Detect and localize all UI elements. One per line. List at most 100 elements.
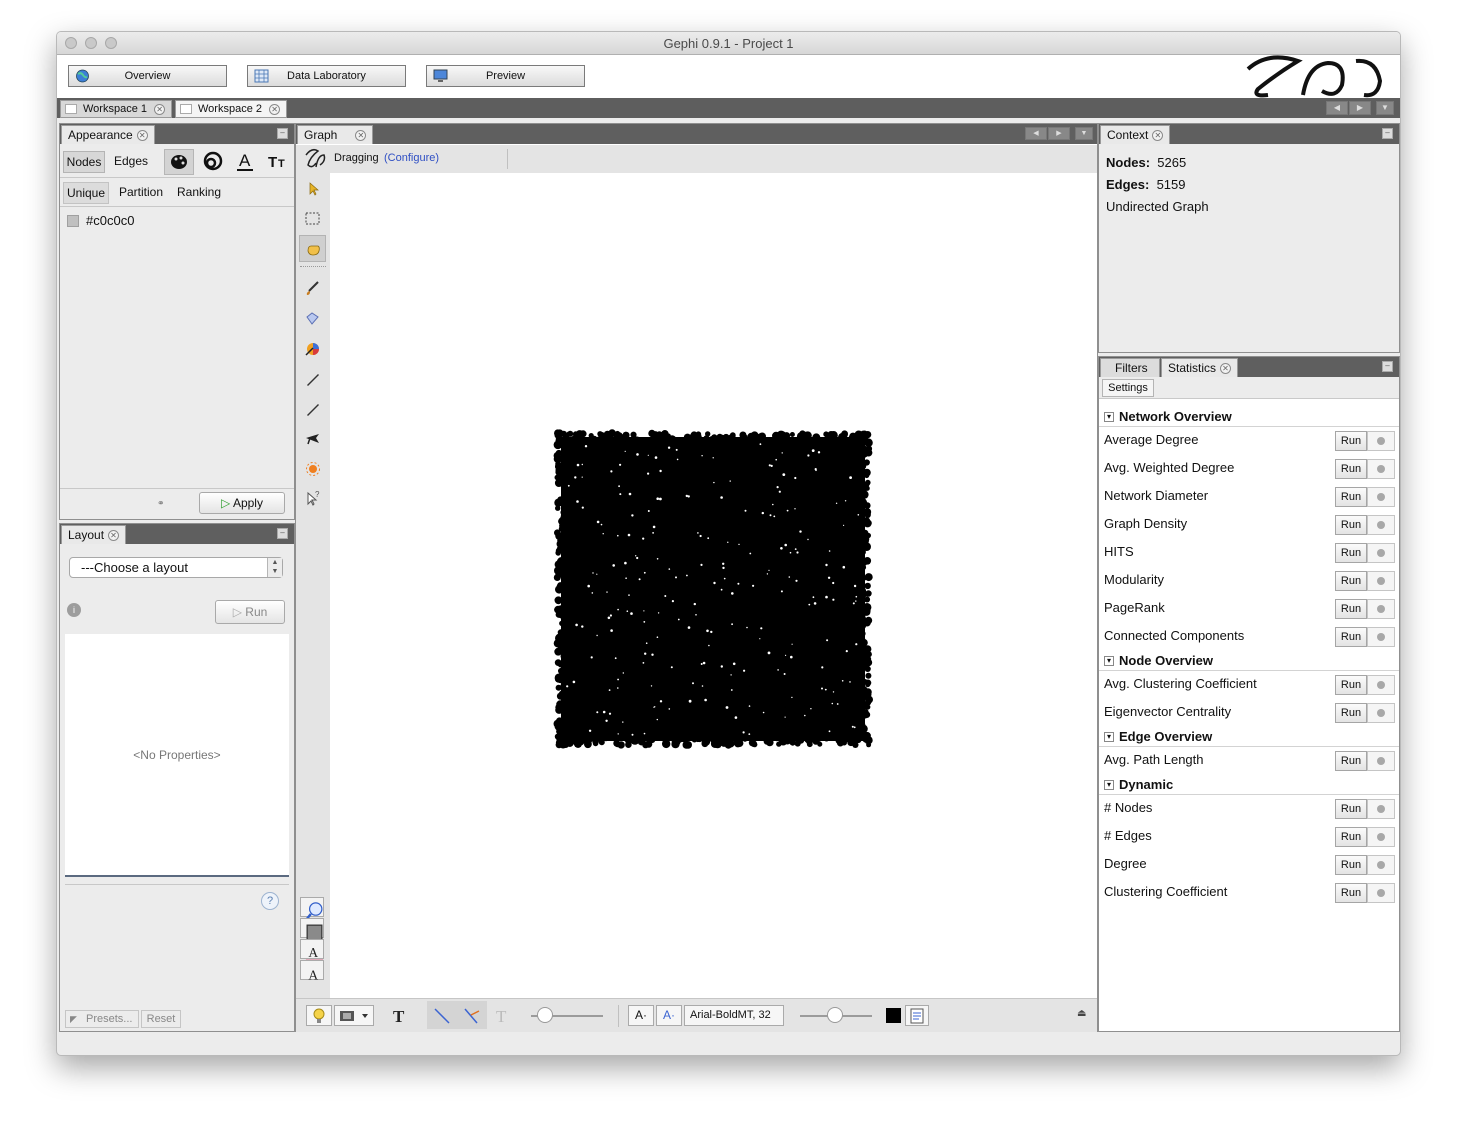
tab-statistics[interactable]: Statistics ✕	[1161, 358, 1239, 377]
graph-node[interactable]	[559, 556, 566, 563]
statistic-run-button[interactable]: Run	[1335, 571, 1367, 591]
graph-node[interactable]	[840, 624, 847, 632]
graph-node[interactable]	[852, 523, 858, 529]
graph-node[interactable]	[569, 483, 578, 492]
graph-node[interactable]	[631, 502, 640, 511]
graph-node[interactable]	[741, 434, 748, 440]
graph-node[interactable]	[742, 521, 749, 528]
graph-node[interactable]	[787, 706, 795, 715]
statistic-run-button[interactable]: Run	[1335, 675, 1367, 695]
graph-node[interactable]	[744, 474, 752, 483]
graph-node[interactable]	[771, 633, 779, 641]
graph-node[interactable]	[700, 491, 707, 498]
graph-node[interactable]	[832, 508, 840, 516]
graph-node[interactable]	[671, 542, 679, 550]
font-size-button[interactable]: A·	[628, 1005, 654, 1026]
graph-node[interactable]	[715, 670, 724, 679]
graph-node[interactable]	[669, 614, 676, 621]
graph-node[interactable]	[584, 736, 592, 745]
graph-node[interactable]	[722, 698, 732, 707]
help-icon[interactable]: ?	[261, 892, 279, 910]
graph-node[interactable]	[635, 614, 644, 622]
graph-node[interactable]	[578, 739, 585, 746]
graph-node[interactable]	[676, 479, 685, 488]
graph-node[interactable]	[709, 458, 715, 465]
graph-node[interactable]	[812, 738, 820, 745]
graph-node[interactable]	[733, 728, 741, 735]
graph-node[interactable]	[792, 687, 799, 694]
graph-node[interactable]	[783, 497, 790, 504]
graph-node[interactable]	[681, 515, 688, 522]
shortest-path-tool[interactable]	[299, 425, 326, 452]
graph-node[interactable]	[723, 617, 731, 624]
label-color-tool[interactable]: A	[300, 939, 324, 963]
graph-node[interactable]	[688, 485, 695, 492]
statistic-run-button[interactable]: Run	[1335, 883, 1367, 903]
graph-node[interactable]	[765, 502, 772, 509]
graph-node[interactable]	[834, 622, 841, 630]
graph-node[interactable]	[613, 457, 621, 465]
graph-node[interactable]	[687, 601, 693, 607]
graph-node[interactable]	[645, 702, 651, 709]
close-icon[interactable]: ✕	[355, 130, 367, 142]
graph-node[interactable]	[610, 443, 618, 451]
graph-node[interactable]	[610, 504, 618, 513]
overview-button[interactable]: Overview	[68, 65, 227, 87]
presets-button[interactable]: ◤ Presets...	[65, 1010, 139, 1028]
graph-node[interactable]	[691, 577, 698, 584]
graph-node[interactable]	[829, 734, 836, 740]
graph-node[interactable]	[764, 719, 772, 728]
graph-node[interactable]	[617, 592, 624, 599]
graph-node[interactable]	[621, 600, 629, 607]
graph-node[interactable]	[609, 688, 615, 695]
graph-node[interactable]	[659, 461, 667, 469]
graph-node[interactable]	[577, 696, 584, 702]
graph-node[interactable]	[856, 567, 864, 576]
graph-node[interactable]	[704, 712, 711, 719]
graph-node[interactable]	[728, 493, 734, 499]
graph-node[interactable]	[854, 618, 863, 626]
graph-node[interactable]	[654, 585, 660, 592]
graph-node[interactable]	[799, 557, 808, 566]
graph-node[interactable]	[562, 701, 569, 708]
statistic-run-button[interactable]: Run	[1335, 751, 1367, 771]
graph-node[interactable]	[597, 616, 604, 622]
graph-node[interactable]	[561, 496, 569, 504]
graph-node[interactable]	[626, 687, 634, 695]
graph-node[interactable]	[624, 443, 630, 449]
graph-node[interactable]	[591, 729, 597, 735]
graph-node[interactable]	[754, 630, 762, 638]
graph-node[interactable]	[792, 587, 801, 596]
graph-node[interactable]	[864, 573, 873, 582]
graph-node[interactable]	[712, 449, 719, 456]
graph-node[interactable]	[736, 539, 745, 547]
graph-node[interactable]	[727, 520, 735, 529]
graph-node[interactable]	[597, 431, 603, 437]
graph-node[interactable]	[755, 543, 763, 551]
minimize-icon[interactable]: –	[277, 528, 288, 539]
graph-node[interactable]	[647, 728, 654, 735]
graph-node[interactable]	[854, 430, 863, 439]
collapse-icon[interactable]: ▾	[1104, 780, 1114, 790]
graph-node[interactable]	[860, 710, 869, 719]
graph-node[interactable]	[567, 522, 576, 532]
graph-node[interactable]	[759, 585, 766, 592]
graph-node[interactable]	[681, 718, 690, 727]
preview-button[interactable]: Preview	[426, 65, 585, 87]
graph-node[interactable]	[828, 463, 836, 471]
graph-node[interactable]	[567, 688, 574, 695]
settings-button[interactable]: Settings	[1102, 379, 1154, 397]
graph-node[interactable]	[599, 653, 607, 661]
graph-node[interactable]	[723, 459, 730, 466]
graph-node[interactable]	[775, 469, 784, 479]
graph-node[interactable]	[775, 686, 783, 695]
label-font-tool[interactable]: A	[300, 960, 324, 982]
graph-node[interactable]	[639, 695, 647, 703]
statistic-report-button[interactable]	[1367, 627, 1395, 647]
graph-node[interactable]	[838, 596, 847, 604]
graph-node[interactable]	[838, 551, 844, 557]
graph-node[interactable]	[632, 535, 640, 543]
stats-section-header[interactable]: ▾ Dynamic	[1099, 775, 1399, 795]
statistic-run-button[interactable]: Run	[1335, 599, 1367, 619]
graph-node[interactable]	[807, 509, 814, 516]
